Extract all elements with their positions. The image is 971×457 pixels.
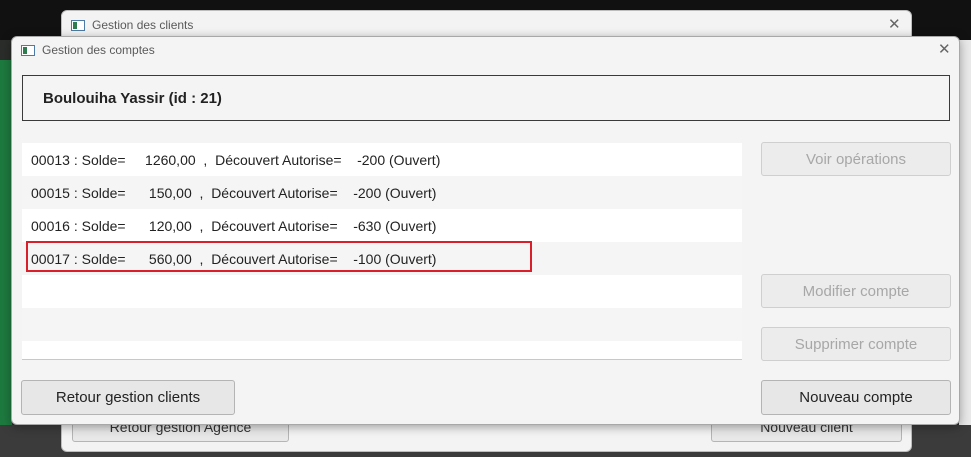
clients-window-title: Gestion des clients [92, 18, 194, 32]
delete-account-button[interactable]: Supprimer compte [761, 327, 951, 361]
app-icon [21, 44, 35, 56]
accounts-list[interactable]: 00013 : Solde= 1260,00 , Découvert Autor… [22, 143, 742, 360]
list-item[interactable] [22, 308, 742, 341]
clients-window-titlebar: Gestion des clients [62, 11, 911, 39]
list-item[interactable]: 00015 : Solde= 150,00 , Découvert Autori… [22, 176, 742, 209]
back-clients-button[interactable]: Retour gestion clients [21, 380, 235, 415]
desktop-background-right [959, 40, 971, 457]
close-icon[interactable]: ✕ [888, 17, 901, 32]
accounts-window-title: Gestion des comptes [42, 43, 155, 57]
list-item[interactable]: 00013 : Solde= 1260,00 , Découvert Autor… [22, 143, 742, 176]
list-item[interactable]: 00017 : Solde= 560,00 , Découvert Autori… [22, 242, 742, 275]
accounts-window: Gestion des comptes ✕ Boulouiha Yassir (… [11, 36, 960, 425]
close-icon[interactable]: ✕ [938, 42, 951, 57]
client-name-label: Boulouiha Yassir (id : 21) [43, 89, 222, 107]
client-header: Boulouiha Yassir (id : 21) [22, 75, 950, 121]
list-item[interactable]: 00016 : Solde= 120,00 , Découvert Autori… [22, 209, 742, 242]
app-icon [71, 19, 85, 31]
edit-account-button[interactable]: Modifier compte [761, 274, 951, 308]
view-operations-button[interactable]: Voir opérations [761, 142, 951, 176]
accounts-window-titlebar: Gestion des comptes ✕ [12, 37, 959, 63]
new-account-button[interactable]: Nouveau compte [761, 380, 951, 415]
list-item[interactable] [22, 275, 742, 308]
